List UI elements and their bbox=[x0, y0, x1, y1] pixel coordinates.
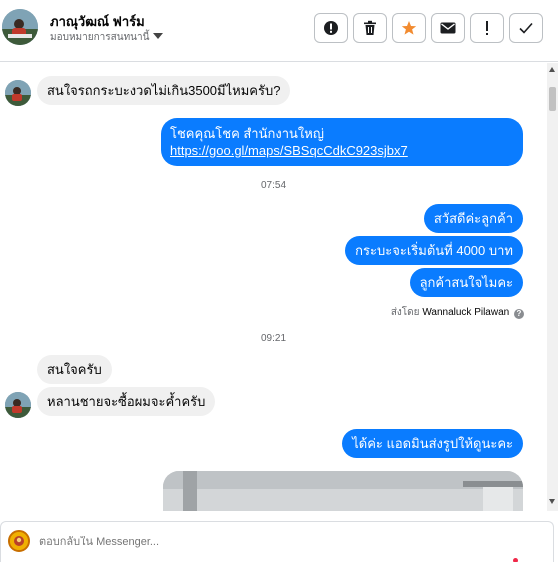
sent-by-name: Wannaluck Pilawan bbox=[422, 307, 510, 318]
contact-avatar[interactable] bbox=[2, 9, 38, 45]
message-outgoing[interactable]: สวัสดีค่ะลูกค้า bbox=[423, 204, 523, 233]
photo-attachment[interactable] bbox=[163, 471, 523, 511]
message-outgoing[interactable]: โชคคุณโชค สำนักงานใหญ่ https://goo.gl/ma… bbox=[161, 118, 523, 166]
message-incoming[interactable]: สนใจรถกระบะงวดไม่เกิน3500มีไหมครับ? bbox=[37, 76, 291, 105]
message-thread[interactable]: สนใจรถกระบะงวดไม่เกิน3500มีไหมครับ? โชคค… bbox=[0, 63, 547, 511]
message-outgoing[interactable]: ได้ค่ะ แอดมินส่งรูปให้ดูนะคะ bbox=[342, 429, 523, 458]
star-button[interactable] bbox=[392, 13, 426, 43]
caret-down-icon bbox=[153, 33, 164, 39]
reply-input[interactable] bbox=[39, 536, 339, 548]
message-outgoing[interactable]: กระบะจะเริ่มต้นที่ 4000 บาท bbox=[345, 236, 523, 265]
mark-done-button[interactable] bbox=[509, 13, 543, 43]
contact-avatar-small bbox=[5, 80, 31, 106]
assign-conversation-dropdown[interactable]: มอบหมายการสนทนานี้ bbox=[50, 30, 164, 45]
page-avatar bbox=[8, 530, 30, 552]
envelope-icon bbox=[440, 22, 456, 34]
mark-spam-button[interactable] bbox=[314, 13, 348, 43]
contact-avatar-small bbox=[5, 392, 31, 418]
timestamp: 07:54 bbox=[260, 180, 287, 191]
photo-image bbox=[163, 471, 523, 511]
map-link[interactable]: https://goo.gl/maps/SBSqcCdkC923sjbx7 bbox=[170, 143, 408, 158]
delete-button[interactable] bbox=[353, 13, 387, 43]
sent-by-info: ส่งโดย Wannaluck Pilawan ? bbox=[391, 305, 524, 320]
sent-by-prefix: ส่งโดย bbox=[390, 307, 420, 318]
alert-circle-icon bbox=[324, 21, 338, 35]
message-incoming[interactable]: หลานชายจะซื้อผมจะค้ำครับ bbox=[37, 387, 216, 416]
contact-name[interactable]: ภาณุวัฒณ์ ฟาร์ม bbox=[50, 11, 145, 32]
help-icon[interactable]: ? bbox=[514, 309, 524, 319]
trash-icon bbox=[364, 20, 376, 35]
follow-up-button[interactable] bbox=[470, 13, 504, 43]
exclamation-icon bbox=[486, 21, 488, 35]
conversation-header: ภาณุวัฒณ์ ฟาร์ม มอบหมายการสนทนานี้ bbox=[0, 0, 558, 62]
chat-scrollbar[interactable] bbox=[547, 63, 558, 511]
message-incoming[interactable]: สนใจครับ bbox=[37, 355, 112, 384]
scroll-thumb[interactable] bbox=[549, 87, 556, 111]
assign-label: มอบหมายการสนทนานี้ bbox=[50, 32, 150, 43]
reply-composer bbox=[0, 521, 554, 562]
scroll-down-icon[interactable] bbox=[549, 499, 555, 504]
check-icon bbox=[519, 22, 533, 34]
scroll-up-icon[interactable] bbox=[549, 67, 555, 72]
mark-unread-button[interactable] bbox=[431, 13, 465, 43]
message-outgoing[interactable]: ลูกค้าสนใจไมคะ bbox=[409, 268, 523, 297]
timestamp: 09:21 bbox=[260, 333, 287, 344]
header-actions bbox=[314, 13, 543, 43]
message-line: โชคคุณโชค สำนักงานใหญ่ bbox=[170, 126, 324, 141]
notification-dot bbox=[513, 558, 518, 562]
star-icon bbox=[401, 21, 417, 35]
